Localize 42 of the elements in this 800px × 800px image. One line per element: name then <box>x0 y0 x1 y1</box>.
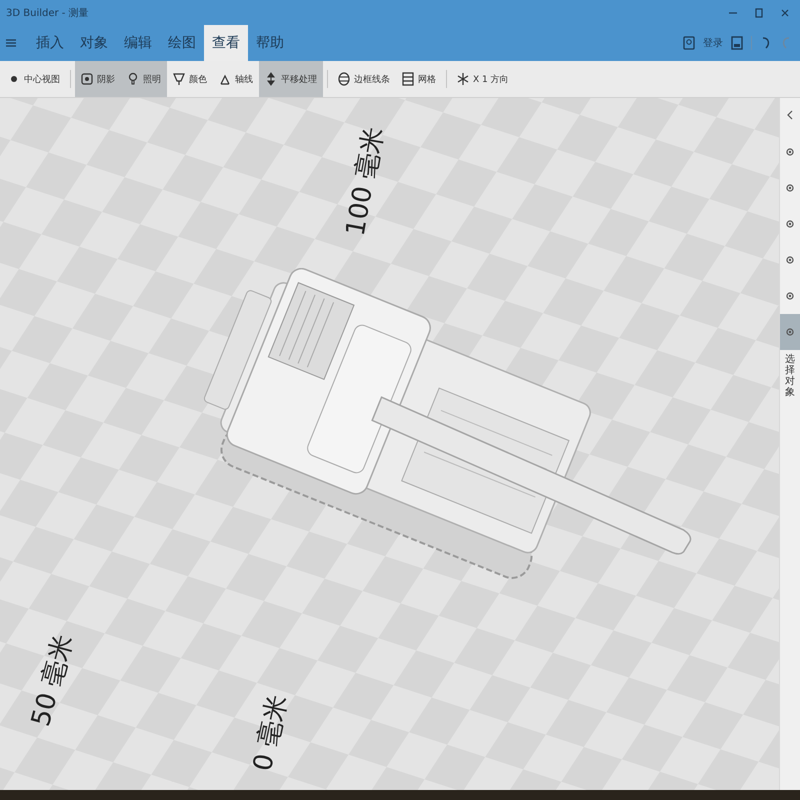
menu-icon[interactable] <box>6 38 16 48</box>
bulb-icon <box>127 72 139 86</box>
menu-tab[interactable]: 插入 <box>28 25 72 61</box>
ruler-label: 50 毫米 <box>25 630 80 730</box>
ruler-label: 100 毫米 <box>340 124 390 239</box>
target-icon <box>786 219 794 229</box>
save-icon[interactable] <box>731 36 743 50</box>
toolbar-button[interactable]: 边框线条 <box>332 61 396 97</box>
toolbar-button[interactable]: 阴影 <box>75 61 121 97</box>
toolbar-button[interactable]: 网格 <box>396 61 442 97</box>
target-icon <box>786 255 794 265</box>
target-icon <box>786 147 794 157</box>
toolbar-button[interactable]: X 1 方向 <box>451 61 515 97</box>
account-label[interactable]: 登录 <box>703 36 723 50</box>
account-icon[interactable] <box>683 36 695 50</box>
restore-icon[interactable] <box>754 8 764 18</box>
up-down-arrow-icon <box>265 72 277 86</box>
side-panel-button[interactable] <box>780 314 800 350</box>
undo-icon[interactable] <box>760 36 772 50</box>
toolbar-button[interactable]: 颜色 <box>167 61 213 97</box>
window-title: 3D Builder - 测量 <box>6 6 89 20</box>
collapse-chevron-icon[interactable] <box>786 110 794 120</box>
side-panel-label: 选择对象 <box>785 354 795 398</box>
toolbar-button[interactable]: 照明 <box>121 61 167 97</box>
target-icon <box>786 327 794 337</box>
ruler-label: 0 毫米 <box>246 692 294 774</box>
target-icon <box>786 183 794 193</box>
toolbar-button[interactable]: 平移处理 <box>259 61 323 97</box>
toolbar-button[interactable]: 轴线 <box>213 61 259 97</box>
funnel-icon <box>173 72 185 86</box>
sphere-icon <box>338 72 350 86</box>
grid-icon <box>402 72 414 86</box>
menu-tab[interactable]: 绘图 <box>160 25 204 61</box>
asterisk-icon <box>457 72 469 86</box>
menu-tab[interactable]: 对象 <box>72 25 116 61</box>
menu-tab[interactable]: 编辑 <box>116 25 160 61</box>
triangle-icon <box>219 72 231 86</box>
close-icon[interactable] <box>780 8 790 18</box>
target-icon <box>786 291 794 301</box>
menu-tab[interactable]: 查看 <box>204 25 248 61</box>
menu-tab[interactable]: 帮助 <box>248 25 292 61</box>
toolbar-button[interactable]: 中心视图 <box>2 61 66 97</box>
